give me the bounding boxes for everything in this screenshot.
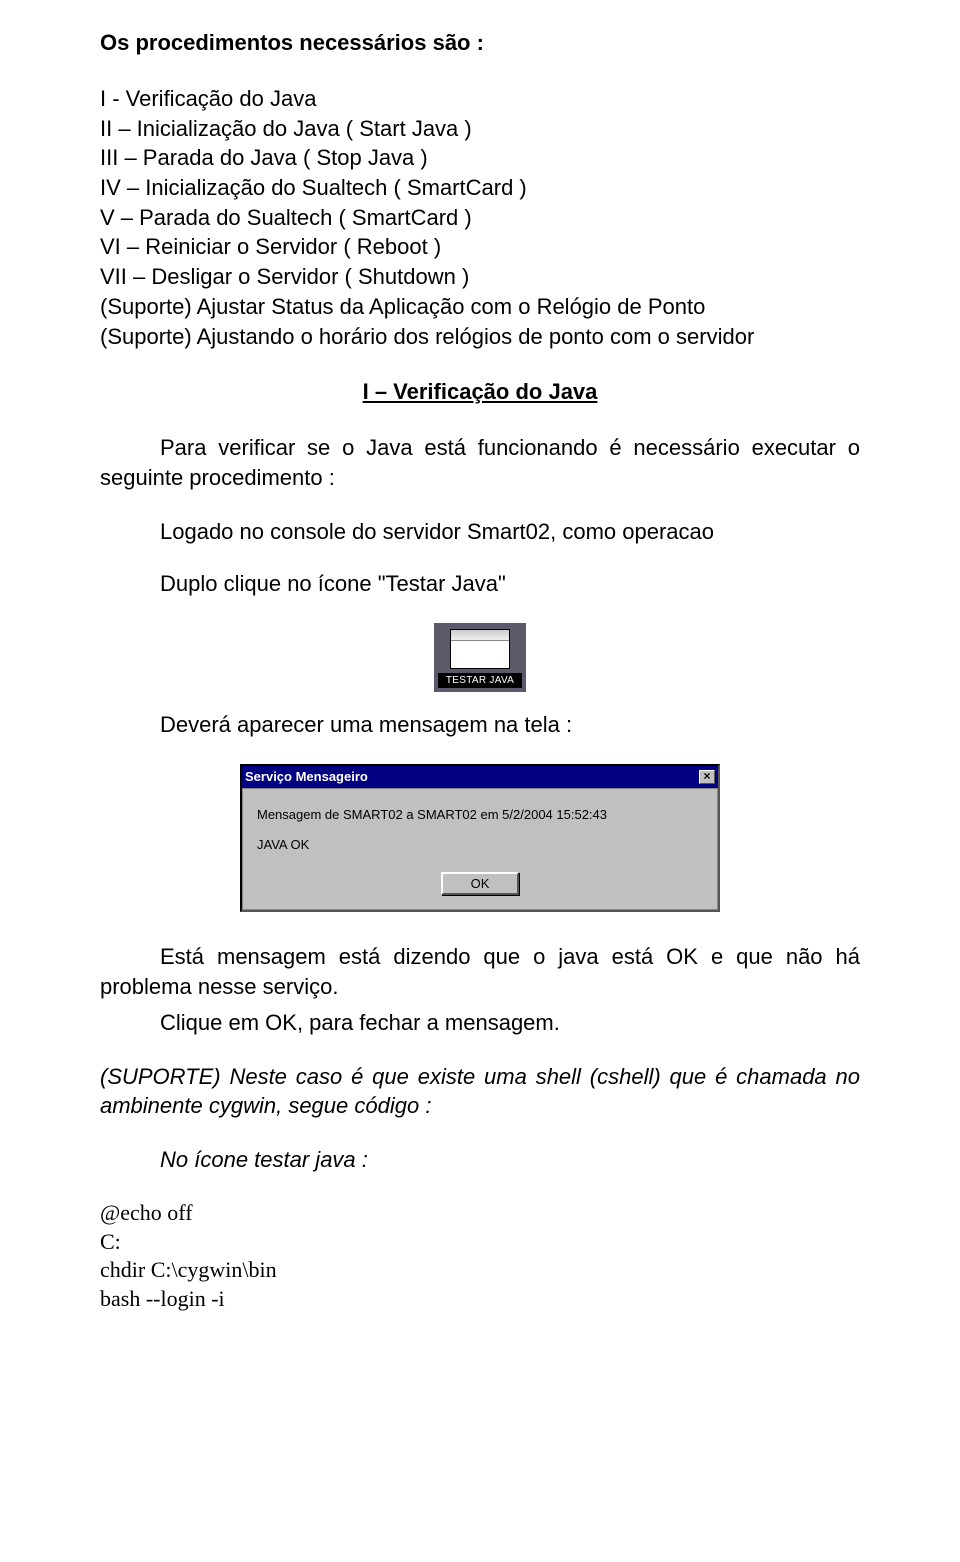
close-button[interactable]: × <box>699 770 715 784</box>
window-icon <box>450 629 510 669</box>
code-line: chdir C:\cygwin\bin <box>100 1256 860 1285</box>
line-clique-ok: Clique em OK, para fechar a mensagem. <box>160 1010 860 1036</box>
dialog-msg-line: JAVA OK <box>257 835 703 856</box>
paragraph-suporte: (SUPORTE) Neste caso é que existe uma sh… <box>100 1062 860 1121</box>
icon-label: TESTAR JAVA <box>438 673 522 688</box>
testar-java-icon[interactable]: TESTAR JAVA <box>434 623 526 692</box>
line-duplo-clique: Duplo clique no ícone "Testar Java" <box>160 571 860 597</box>
paragraph-ok: Está mensagem está dizendo que o java es… <box>100 942 860 1001</box>
line-logado: Logado no console do servidor Smart02, c… <box>160 519 860 545</box>
dialog-title: Serviço Mensageiro <box>245 769 368 784</box>
procedures-list: I - Verificação do Java II – Inicializaç… <box>100 84 860 351</box>
list-item: IV – Inicialização do Sualtech ( SmartCa… <box>100 173 860 203</box>
code-line: C: <box>100 1228 860 1257</box>
line-devera-aparecer: Deverá aparecer uma mensagem na tela : <box>160 712 860 738</box>
code-block: @echo off C: chdir C:\cygwin\bin bash --… <box>100 1199 860 1313</box>
message-dialog: Serviço Mensageiro × Mensagem de SMART02… <box>240 764 720 913</box>
section-title-verificacao: I – Verificação do Java <box>100 379 860 405</box>
list-item: (Suporte) Ajustando o horário dos relógi… <box>100 322 860 352</box>
list-item: VI – Reiniciar o Servidor ( Reboot ) <box>100 232 860 262</box>
ok-button[interactable]: OK <box>441 872 520 895</box>
list-item: III – Parada do Java ( Stop Java ) <box>100 143 860 173</box>
list-item: (Suporte) Ajustar Status da Aplicação co… <box>100 292 860 322</box>
list-item: I - Verificação do Java <box>100 84 860 114</box>
list-item: V – Parada do Sualtech ( SmartCard ) <box>100 203 860 233</box>
heading-procedures: Os procedimentos necessários são : <box>100 30 860 56</box>
paragraph-intro: Para verificar se o Java está funcionand… <box>100 433 860 492</box>
dialog-body: Mensagem de SMART02 a SMART02 em 5/2/200… <box>243 789 717 867</box>
code-line: @echo off <box>100 1199 860 1228</box>
code-line: bash --login -i <box>100 1285 860 1314</box>
list-item: II – Inicialização do Java ( Start Java … <box>100 114 860 144</box>
dialog-msg-line: Mensagem de SMART02 a SMART02 em 5/2/200… <box>257 805 703 826</box>
list-item: VII – Desligar o Servidor ( Shutdown ) <box>100 262 860 292</box>
dialog-titlebar: Serviço Mensageiro × <box>242 766 718 788</box>
line-no-icone: No ícone testar java : <box>160 1147 860 1173</box>
